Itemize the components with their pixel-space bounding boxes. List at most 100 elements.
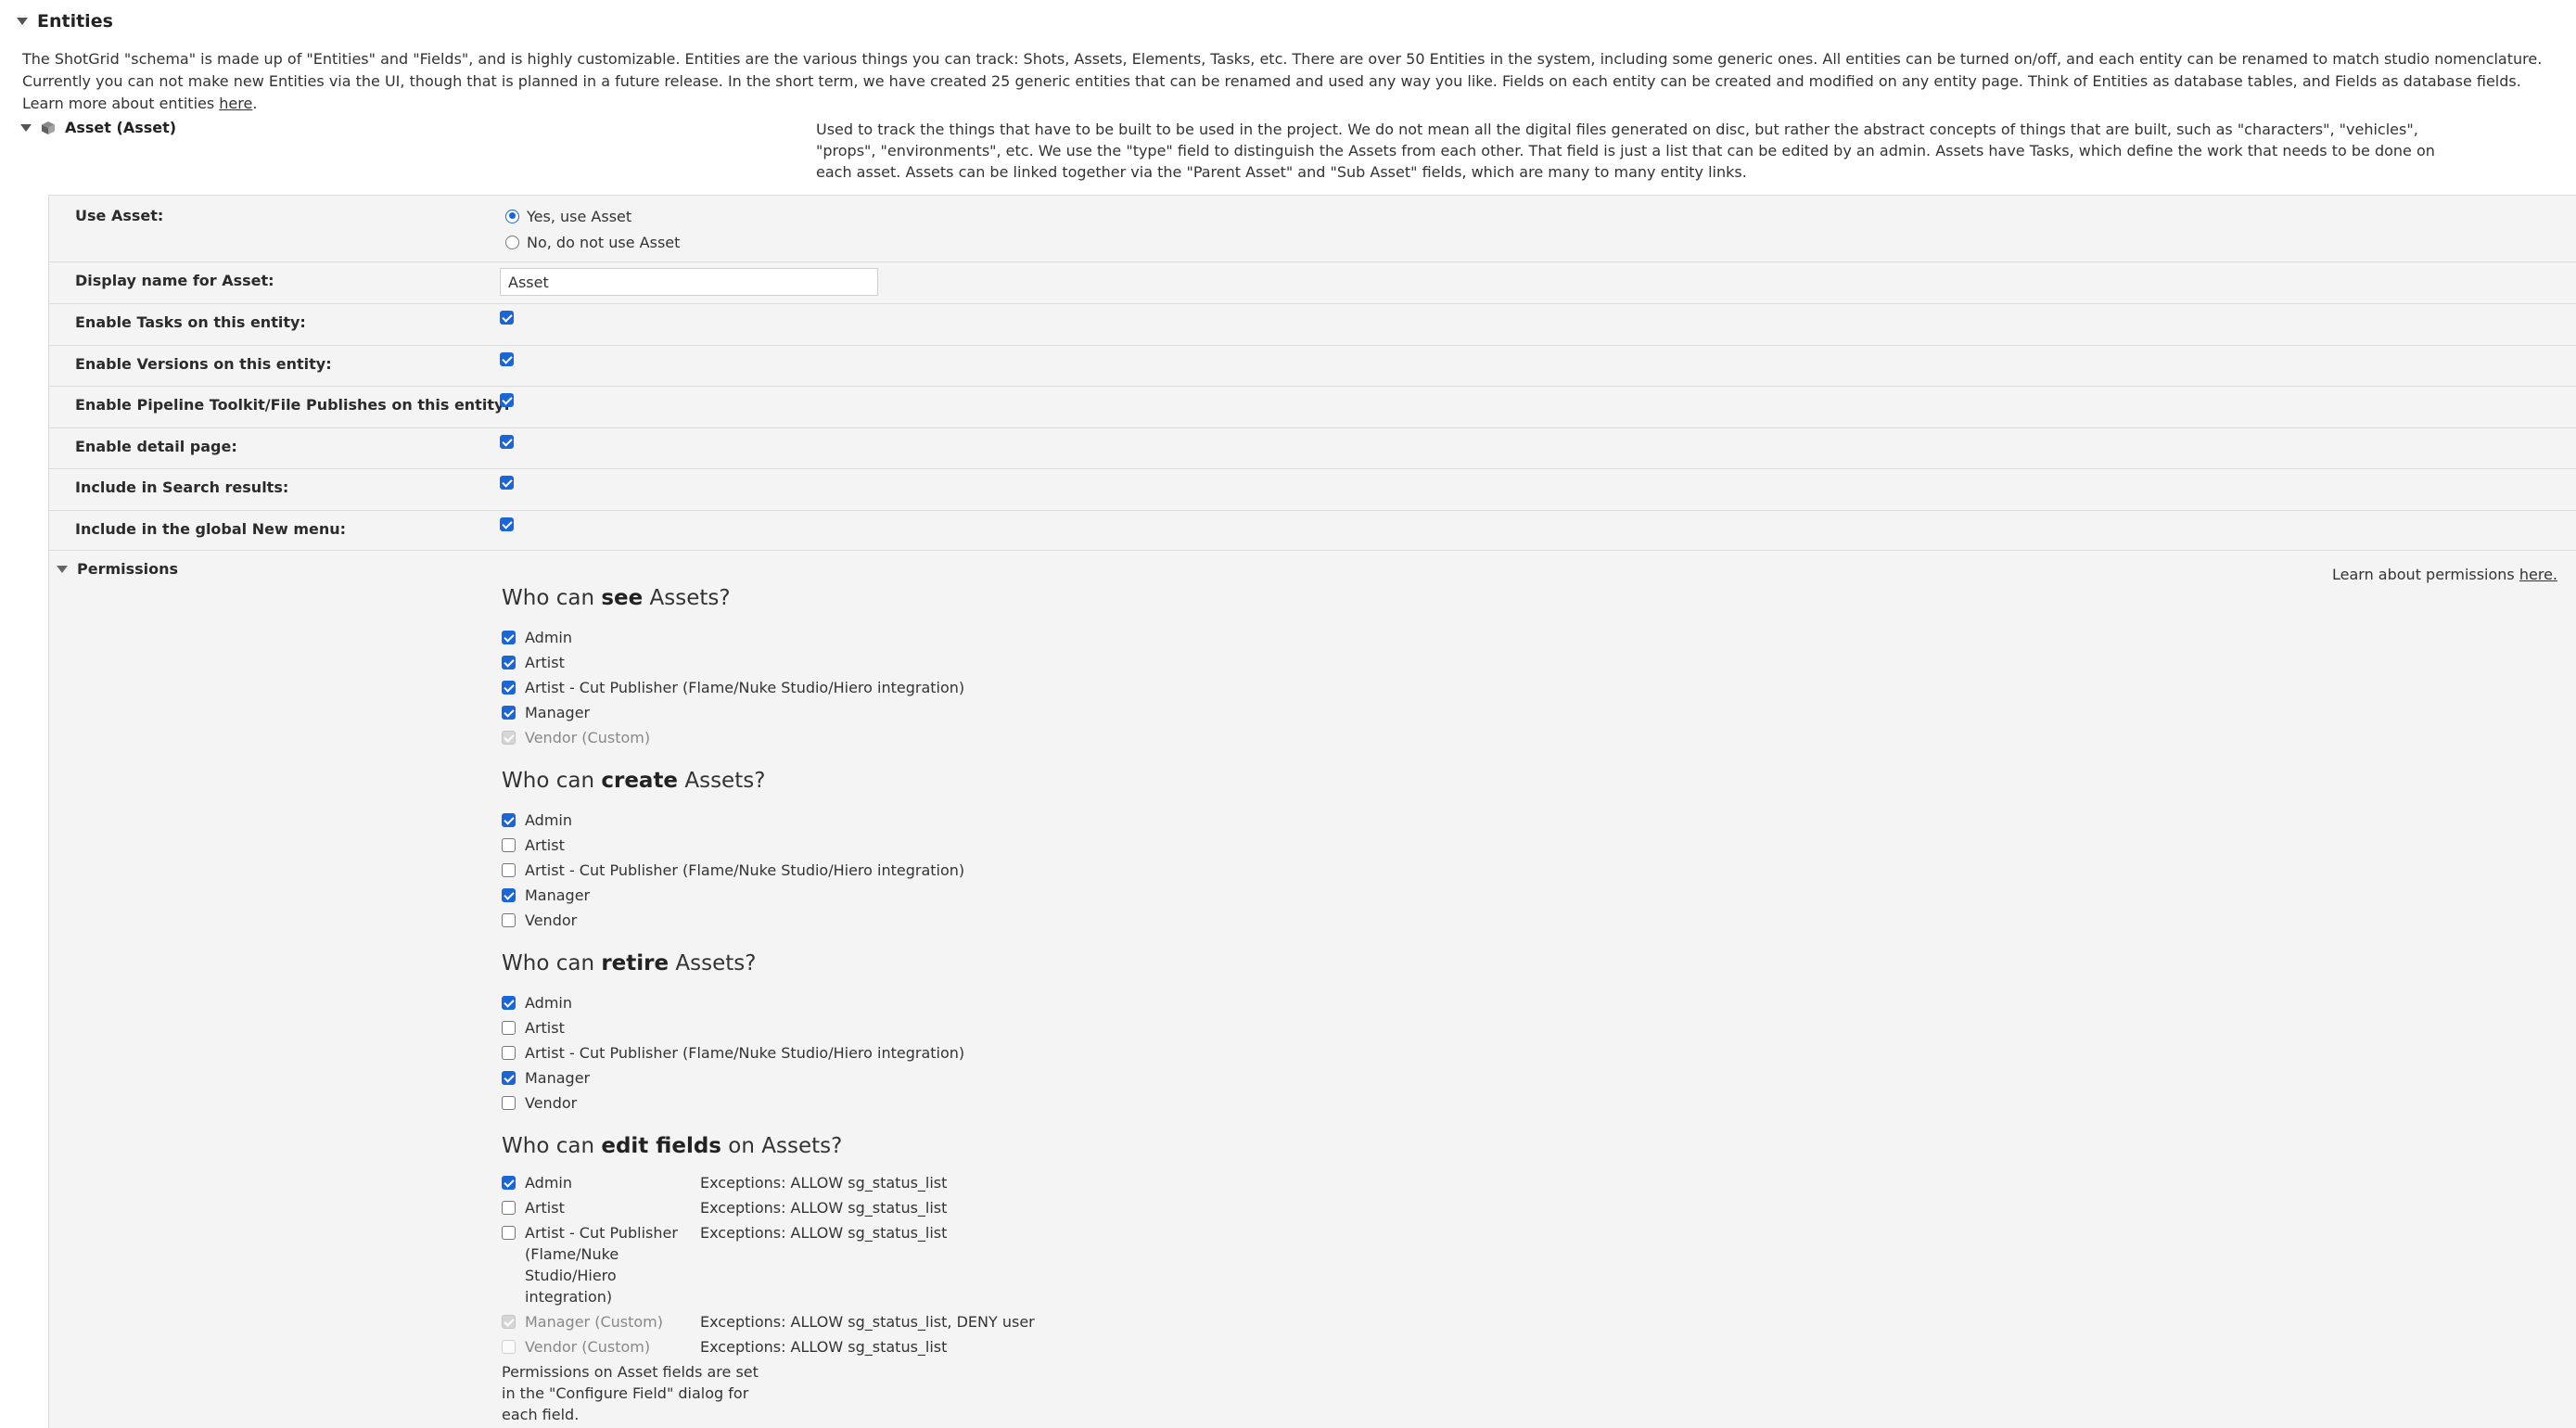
perm-see-vendor: Vendor (Custom)	[502, 725, 964, 750]
perm-retire-artist-checkbox[interactable]	[502, 1021, 516, 1035]
perm-see-manager-checkbox[interactable]	[502, 706, 516, 720]
perm-see-admin[interactable]: Admin	[502, 625, 964, 650]
perm-edit-artist-checkbox[interactable]	[502, 1201, 516, 1215]
perm-retire-manager-checkbox[interactable]	[502, 1071, 516, 1085]
collapse-triangle-icon[interactable]	[17, 18, 28, 25]
learn-permissions: Learn about permissions here.	[2332, 566, 2557, 583]
perm-edit-artist-exceptions: Exceptions: ALLOW sg_status_list	[700, 1199, 948, 1217]
perm-retire-vendor-checkbox[interactable]	[502, 1096, 516, 1110]
enable-detail-checkbox[interactable]	[500, 435, 514, 449]
perm-see-admin-checkbox[interactable]	[502, 631, 516, 644]
perm-edit-cut-publisher-row: Artist - Cut Publisher (Flame/Nuke Studi…	[502, 1222, 1035, 1307]
perm-see-heading: Who can see Assets?	[502, 586, 731, 610]
perm-edit-vendor-exceptions: Exceptions: ALLOW sg_status_list	[700, 1338, 948, 1356]
include-newmenu-label: Include in the global New menu:	[75, 520, 347, 538]
include-search-label: Include in Search results:	[75, 478, 289, 496]
display-name-input[interactable]	[500, 268, 878, 296]
use-asset-options: Yes, use Asset No, do not use Asset	[505, 203, 680, 255]
enable-versions-label: Enable Versions on this entity:	[75, 355, 332, 373]
enable-detail-label: Enable detail page:	[75, 438, 237, 455]
enable-pipeline-checkbox[interactable]	[500, 393, 514, 407]
learn-permissions-link[interactable]: here.	[2519, 566, 2557, 583]
entity-title: Asset (Asset)	[65, 119, 177, 136]
use-asset-yes[interactable]: Yes, use Asset	[505, 203, 680, 229]
perm-retire-admin[interactable]: Admin	[502, 990, 964, 1015]
perm-retire-artist[interactable]: Artist	[502, 1015, 964, 1040]
perm-edit-artist-row: Artist Exceptions: ALLOW sg_status_list	[502, 1197, 1035, 1218]
enable-pipeline-row: Enable Pipeline Toolkit/File Publishes o…	[49, 386, 2576, 427]
entities-section-header[interactable]: Entities	[17, 11, 113, 32]
intro-tail: .	[252, 95, 258, 112]
perm-edit-cut-publisher-checkbox[interactable]	[502, 1226, 516, 1240]
entities-settings-page: Entities The ShotGrid "schema" is made u…	[0, 0, 2576, 1428]
perm-create-vendor-checkbox[interactable]	[502, 913, 516, 927]
perm-retire-manager[interactable]: Manager	[502, 1065, 964, 1090]
perm-create-group: Who can create Assets? Admin Artist Arti…	[502, 769, 964, 933]
enable-versions-row: Enable Versions on this entity:	[49, 345, 2576, 386]
asset-entity-header[interactable]: Asset (Asset)	[20, 119, 176, 136]
asset-cube-icon	[42, 121, 55, 134]
collapse-triangle-icon[interactable]	[20, 123, 32, 132]
perm-retire-cut-publisher[interactable]: Artist - Cut Publisher (Flame/Nuke Studi…	[502, 1040, 964, 1065]
perm-create-heading: Who can create Assets?	[502, 769, 766, 793]
perm-edit-table: Admin Exceptions: ALLOW sg_status_list A…	[502, 1172, 1035, 1361]
perm-edit-admin-checkbox[interactable]	[502, 1176, 516, 1190]
perm-edit-vendor-checkbox	[502, 1340, 516, 1354]
perm-create-cut-publisher[interactable]: Artist - Cut Publisher (Flame/Nuke Studi…	[502, 858, 964, 883]
perm-create-manager[interactable]: Manager	[502, 883, 964, 908]
use-asset-no-label: No, do not use Asset	[527, 233, 681, 251]
display-name-label: Display name for Asset:	[75, 272, 274, 289]
perm-retire-vendor[interactable]: Vendor	[502, 1090, 964, 1116]
use-asset-no[interactable]: No, do not use Asset	[505, 229, 680, 255]
perm-see-artist[interactable]: Artist	[502, 650, 964, 675]
entities-intro: The ShotGrid "schema" is made up of "Ent…	[22, 48, 2554, 115]
asset-settings-panel: Use Asset: Yes, use Asset No, do not use…	[48, 195, 2576, 1428]
perm-edit-vendor-row: Vendor (Custom) Exceptions: ALLOW sg_sta…	[502, 1336, 1035, 1358]
perm-edit-group: Who can edit fields on Assets?	[502, 1134, 842, 1173]
perm-see-manager[interactable]: Manager	[502, 700, 964, 725]
perm-edit-admin-exceptions: Exceptions: ALLOW sg_status_list	[700, 1174, 948, 1192]
display-name-row: Display name for Asset:	[49, 261, 2576, 303]
include-search-checkbox[interactable]	[500, 476, 514, 490]
enable-pipeline-label: Enable Pipeline Toolkit/File Publishes o…	[75, 396, 510, 414]
permissions-title: Permissions	[77, 560, 179, 578]
perm-see-cut-publisher[interactable]: Artist - Cut Publisher (Flame/Nuke Studi…	[502, 675, 964, 700]
enable-tasks-row: Enable Tasks on this entity:	[49, 303, 2576, 345]
enable-tasks-label: Enable Tasks on this entity:	[75, 313, 306, 331]
perm-see-artist-checkbox[interactable]	[502, 656, 516, 669]
perm-retire-admin-checkbox[interactable]	[502, 996, 516, 1010]
perm-edit-manager-row: Manager (Custom) Exceptions: ALLOW sg_st…	[502, 1311, 1035, 1332]
perm-retire-heading: Who can retire Assets?	[502, 951, 757, 975]
collapse-triangle-icon[interactable]	[57, 565, 68, 573]
perm-see-cut-publisher-checkbox[interactable]	[502, 681, 516, 695]
include-search-row: Include in Search results:	[49, 468, 2576, 510]
use-asset-yes-label: Yes, use Asset	[527, 207, 632, 225]
perm-create-admin-checkbox[interactable]	[502, 813, 516, 827]
perm-edit-heading: Who can edit fields on Assets?	[502, 1134, 843, 1158]
use-asset-yes-radio[interactable]	[505, 209, 519, 223]
perm-create-manager-checkbox[interactable]	[502, 888, 516, 902]
include-newmenu-checkbox[interactable]	[500, 517, 514, 531]
use-asset-row: Use Asset: Yes, use Asset No, do not use…	[49, 195, 2576, 261]
section-title: Entities	[37, 11, 113, 32]
permissions-header[interactable]: Permissions	[57, 560, 178, 578]
perm-edit-admin-row: Admin Exceptions: ALLOW sg_status_list	[502, 1172, 1035, 1193]
enable-tasks-checkbox[interactable]	[500, 311, 514, 325]
perm-create-artist[interactable]: Artist	[502, 833, 964, 858]
perm-create-cut-publisher-checkbox[interactable]	[502, 863, 516, 877]
perm-retire-cut-publisher-checkbox[interactable]	[502, 1046, 516, 1060]
perm-retire-group: Who can retire Assets? Admin Artist Arti…	[502, 951, 964, 1116]
enable-versions-checkbox[interactable]	[500, 352, 514, 366]
perm-see-group: Who can see Assets? Admin Artist Artist …	[502, 586, 964, 750]
entity-description: Used to track the things that have to be…	[816, 121, 2435, 181]
perm-see-vendor-checkbox	[502, 731, 516, 745]
intro-text: The ShotGrid "schema" is made up of "Ent…	[22, 50, 2543, 112]
perm-fields-note: Permissions on Asset fields are set in t…	[502, 1363, 759, 1423]
enable-detail-row: Enable detail page:	[49, 427, 2576, 468]
use-asset-no-radio[interactable]	[505, 235, 519, 249]
perm-create-vendor[interactable]: Vendor	[502, 908, 964, 933]
learn-entities-link[interactable]: here	[219, 95, 252, 112]
perm-create-artist-checkbox[interactable]	[502, 838, 516, 852]
perm-create-admin[interactable]: Admin	[502, 808, 964, 833]
perm-edit-manager-exceptions: Exceptions: ALLOW sg_status_list, DENY u…	[700, 1313, 1035, 1331]
